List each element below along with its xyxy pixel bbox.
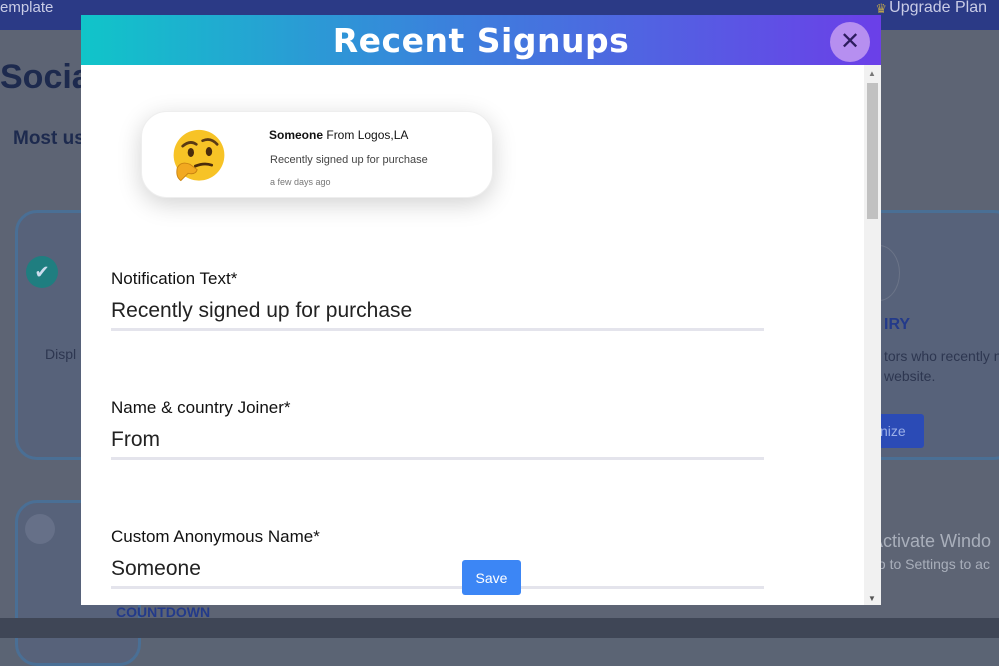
preview-headline: Someone From Logos,LA [269,128,408,142]
card-icon-circle [25,514,55,544]
notification-text-input[interactable] [111,294,764,331]
name-country-joiner-label: Name & country Joiner* [111,398,291,417]
card-description: Displ [45,346,77,362]
notification-text-label: Notification Text* [111,269,238,288]
custom-anonymous-name-label: Custom Anonymous Name* [111,527,320,546]
notification-preview: Someone From Logos,LA Recently signed up… [141,111,493,198]
scroll-down-icon[interactable]: ▼ [868,594,876,603]
activate-windows-title: Activate Windo [871,531,992,551]
card-description: tors who recently n website. [884,348,999,384]
modal-title: Recent Signups [332,21,630,60]
thinking-face-icon [173,129,225,182]
preview-time: a few days ago [270,177,331,187]
modal-header: Recent Signups ✕ [81,15,881,65]
template-label[interactable]: emplate [0,0,53,16]
name-country-joiner-input[interactable] [111,423,764,460]
upgrade-plan-link[interactable]: Upgrade Plan [889,0,987,16]
page-subtitle: Most us [13,128,85,149]
bottom-strip [0,618,999,638]
custom-anonymous-name-input[interactable] [111,552,764,589]
scrollbar-thumb[interactable] [867,83,878,219]
card-title: IRY [884,316,911,333]
modal-scrollbar[interactable]: ▲ ▼ [864,65,881,605]
save-button[interactable]: Save [462,560,521,595]
close-icon: ✕ [839,28,861,55]
check-icon: ✔ [26,256,58,288]
preview-location: From Logos,LA [326,128,409,142]
preview-message: Recently signed up for purchase [270,154,428,166]
close-button[interactable]: ✕ [830,22,870,62]
recent-signups-modal: Recent Signups ✕ Someone From Logos,LA R… [81,15,881,605]
activate-windows-hint: Go to Settings to ac [867,556,990,572]
page-title: Socia [0,58,91,96]
scroll-up-icon[interactable]: ▲ [868,69,876,78]
preview-name: Someone [269,128,324,142]
customize-button[interactable]: nize [874,414,924,448]
